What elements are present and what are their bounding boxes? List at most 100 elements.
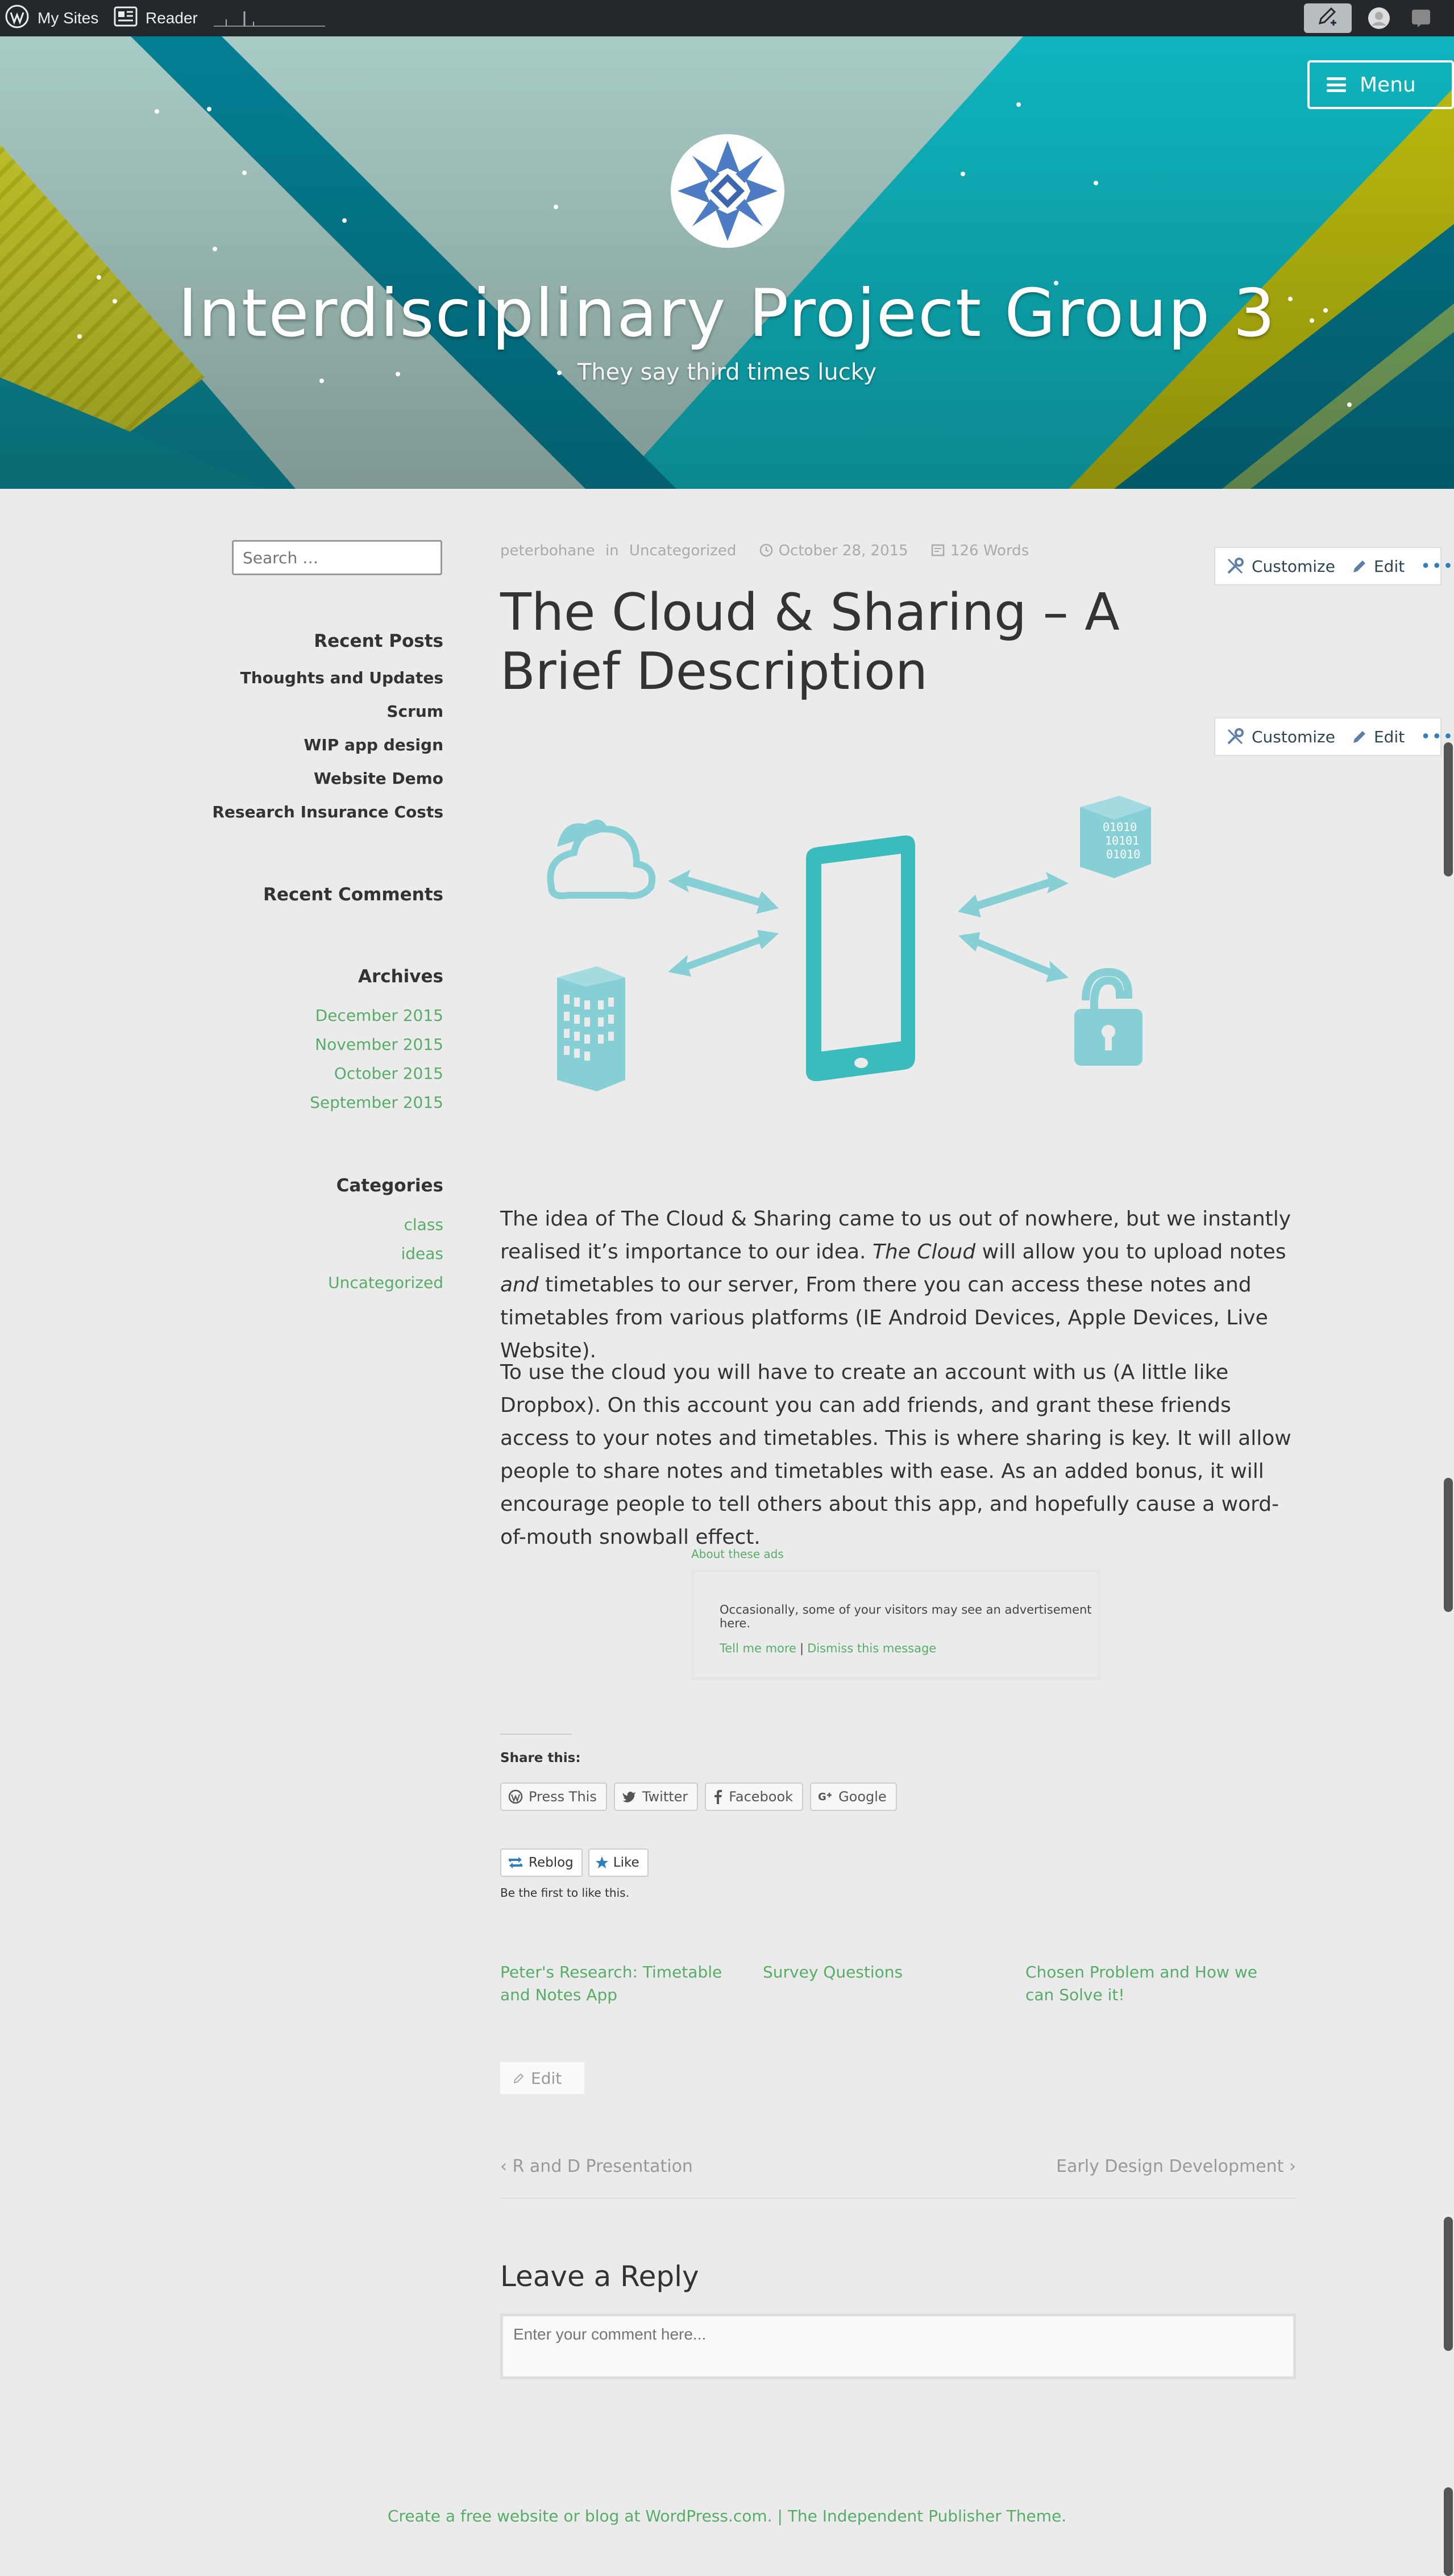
- customize-label: Customize: [1252, 727, 1335, 746]
- cloud-icon: [547, 820, 656, 899]
- leave-reply-title: Leave a Reply: [500, 2260, 699, 2293]
- customize-label: Customize: [1252, 556, 1335, 576]
- reader-link[interactable]: Reader: [114, 0, 198, 36]
- related-post-link[interactable]: Chosen Problem and How we can Solve it!: [1025, 1961, 1270, 2006]
- share-title: Share this:: [500, 1751, 581, 1765]
- post-date[interactable]: October 28, 2015: [779, 542, 908, 559]
- reblog-icon: [509, 1857, 522, 1868]
- ad-notice-text: Occasionally, some of your visitors may …: [720, 1603, 1092, 1630]
- customize-button[interactable]: Customize: [1225, 727, 1335, 746]
- pencil-icon: [1353, 731, 1365, 743]
- entry-meta: peterbohane in Uncategorized October 28,…: [500, 542, 1069, 561]
- svg-text:10101: 10101: [1105, 834, 1139, 847]
- more-options-icon[interactable]: •••: [1420, 556, 1454, 576]
- stats-sparkline[interactable]: [214, 8, 325, 27]
- twitter-share-button[interactable]: Twitter: [613, 1783, 699, 1811]
- notifications-icon[interactable]: [1409, 7, 1434, 30]
- svg-text:01010: 01010: [1103, 820, 1137, 834]
- edit-button[interactable]: Edit: [1351, 557, 1405, 576]
- category-link[interactable]: class: [328, 1215, 443, 1244]
- post-edit-toolbar: Customize Edit •••: [1214, 547, 1453, 585]
- scrollbar-thumb[interactable]: [1444, 2487, 1453, 2576]
- like-label: Like: [613, 1855, 639, 1870]
- scrollbar-thumb[interactable]: [1444, 742, 1453, 876]
- archives-list: December 2015 November 2015 October 2015…: [310, 1006, 443, 1122]
- recent-posts-list: Thoughts and Updates Scrum WIP app desig…: [212, 668, 443, 836]
- categories-list: class ideas Uncategorized: [328, 1215, 443, 1302]
- previous-post-link[interactable]: ‹ R and D Presentation: [500, 2157, 693, 2176]
- search-input[interactable]: [232, 540, 442, 575]
- menu-label: Menu: [1360, 73, 1416, 97]
- reblog-button[interactable]: Reblog: [500, 1848, 583, 1877]
- related-post-link[interactable]: Peter's Research: Timetable and Notes Ap…: [500, 1961, 745, 2006]
- press-this-button[interactable]: Press This: [500, 1783, 607, 1811]
- chevron-right-icon: ›: [1283, 2157, 1296, 2176]
- site-title[interactable]: Interdisciplinary Project Group 3: [0, 275, 1454, 352]
- post-navigation: ‹ R and D Presentation Early Design Deve…: [500, 2157, 1296, 2199]
- pencil-icon: [1316, 6, 1339, 31]
- data-cube-icon: 01010 10101 01010: [1080, 796, 1151, 878]
- building-icon: [557, 966, 625, 1091]
- hamburger-icon: [1327, 77, 1346, 92]
- star-quilt-logo-icon: [678, 141, 778, 241]
- next-post-title: Early Design Development: [1056, 2157, 1284, 2176]
- recent-post-link[interactable]: Website Demo: [212, 769, 443, 803]
- tools-icon: [1227, 558, 1244, 574]
- archives-title: Archives: [358, 966, 443, 987]
- scrollbar-thumb[interactable]: [1444, 2217, 1453, 2351]
- edit-post-link[interactable]: Edit: [500, 2062, 584, 2094]
- write-post-button[interactable]: [1304, 3, 1352, 33]
- my-sites-label: My Sites: [38, 9, 99, 27]
- like-caption: Be the first to like this.: [500, 1886, 629, 1900]
- like-button[interactable]: Like: [588, 1848, 649, 1877]
- post-category[interactable]: Uncategorized: [629, 542, 736, 559]
- wordpress-logo-icon: [5, 4, 30, 33]
- user-avatar[interactable]: [1366, 6, 1391, 31]
- word-count-icon: [931, 543, 945, 561]
- site-logo[interactable]: [671, 134, 784, 248]
- site-tagline: They say third times lucky: [577, 359, 877, 385]
- customize-button[interactable]: Customize: [1225, 556, 1335, 576]
- google-plus-icon: G: [818, 1791, 832, 1803]
- svg-text:01010: 01010: [1106, 847, 1140, 861]
- site-footer-credit[interactable]: Create a free website or blog at WordPre…: [0, 2507, 1454, 2525]
- category-link[interactable]: Uncategorized: [328, 1273, 443, 1302]
- post-paragraph-2: To use the cloud you will have to create…: [500, 1361, 1291, 1549]
- category-link[interactable]: ideas: [328, 1244, 443, 1273]
- facebook-share-button[interactable]: Facebook: [705, 1783, 804, 1811]
- site-header: Interdisciplinary Project Group 3 They s…: [0, 36, 1454, 489]
- about-ads-link[interactable]: About these ads: [691, 1547, 784, 1561]
- archive-link[interactable]: October 2015: [310, 1064, 443, 1093]
- reader-label: Reader: [146, 9, 198, 27]
- related-post-link[interactable]: Survey Questions: [763, 1961, 1007, 1984]
- header-background: [0, 36, 1454, 489]
- menu-button[interactable]: Menu: [1307, 60, 1454, 109]
- post-author[interactable]: peterbohane: [500, 542, 595, 559]
- recent-post-link[interactable]: WIP app design: [212, 736, 443, 769]
- recent-posts-title: Recent Posts: [314, 631, 443, 651]
- tell-me-more-link[interactable]: Tell me more: [720, 1642, 796, 1655]
- meta-in-label: in: [605, 542, 619, 559]
- comment-textarea[interactable]: [500, 2313, 1296, 2379]
- archive-link[interactable]: December 2015: [310, 1006, 443, 1035]
- press-this-label: Press This: [529, 1789, 597, 1805]
- categories-title: Categories: [336, 1175, 443, 1196]
- archive-link[interactable]: September 2015: [310, 1093, 443, 1122]
- word-count: 126 Words: [950, 542, 1029, 559]
- ad-links-separator: |: [799, 1642, 804, 1655]
- google-share-button[interactable]: G Google: [810, 1783, 897, 1811]
- archive-link[interactable]: November 2015: [310, 1035, 443, 1064]
- recent-post-link[interactable]: Thoughts and Updates: [212, 668, 443, 702]
- next-post-link[interactable]: Early Design Development ›: [1056, 2157, 1296, 2176]
- open-padlock-icon: [1074, 967, 1143, 1066]
- recent-post-link[interactable]: Scrum: [212, 702, 443, 736]
- post-title: The Cloud & Sharing – A Brief Descriptio…: [500, 583, 1120, 701]
- reblog-label: Reblog: [529, 1855, 574, 1870]
- edit-button[interactable]: Edit: [1351, 728, 1405, 746]
- my-sites-link[interactable]: My Sites: [5, 0, 98, 36]
- like-buttons: Reblog Like: [500, 1848, 649, 1877]
- dismiss-message-link[interactable]: Dismiss this message: [807, 1642, 936, 1655]
- scrollbar-thumb[interactable]: [1444, 1478, 1453, 1612]
- recent-post-link[interactable]: Research Insurance Costs: [212, 803, 443, 836]
- edit-label: Edit: [1373, 556, 1405, 576]
